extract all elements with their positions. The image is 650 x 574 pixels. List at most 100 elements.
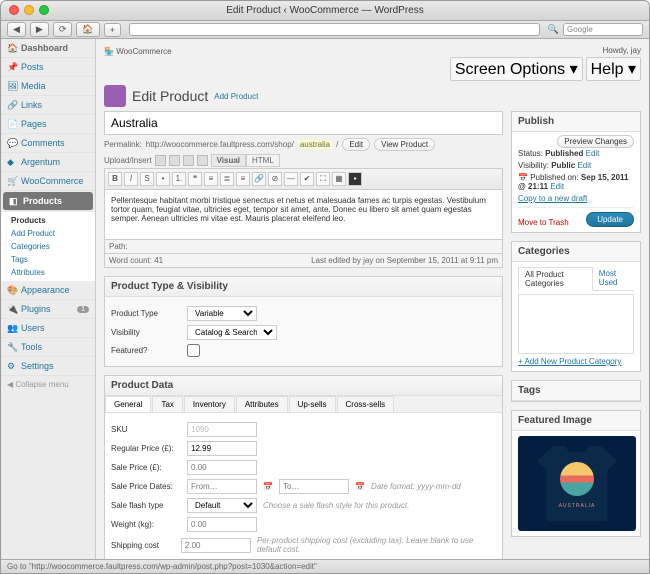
align-left-button[interactable]: ≡	[204, 172, 218, 186]
edit-date-link[interactable]: Edit	[550, 182, 564, 191]
menu-plugins[interactable]: 🔌Plugins1	[1, 300, 95, 319]
editor-toolbar: B I S • 1. ❝ ≡ ≣ ≡ 🔗 ⊘ ― ✔ ⛶ ▦	[104, 168, 503, 190]
add-image-icon[interactable]	[155, 155, 166, 166]
home-button[interactable]: 🏠	[76, 22, 99, 37]
update-button[interactable]: Update	[586, 212, 634, 227]
cat-tab-all[interactable]: All Product Categories	[518, 267, 593, 291]
unlink-button[interactable]: ⊘	[268, 172, 282, 186]
pd-tab-attributes[interactable]: Attributes	[236, 396, 288, 412]
featured-checkbox[interactable]	[187, 344, 200, 357]
permalink-edit-button[interactable]: Edit	[342, 138, 370, 151]
window-title: Edit Product ‹ WooCommerce — WordPress	[226, 5, 423, 16]
screen-options-toggle[interactable]: Screen Options ▾	[450, 57, 583, 81]
menu-comments[interactable]: 💬Comments	[1, 134, 95, 153]
regular-price-input[interactable]	[187, 441, 257, 456]
minimize-window-icon[interactable]	[24, 5, 34, 15]
product-data-heading: Product Data	[105, 376, 502, 396]
weight-input[interactable]	[187, 517, 257, 532]
submenu-add-product[interactable]: Add Product	[11, 227, 95, 240]
pd-tab-general[interactable]: General	[105, 396, 151, 412]
sale-price-input[interactable]	[187, 460, 257, 475]
adminbar-site[interactable]: 🏪 WooCommerce	[104, 47, 172, 56]
pd-tab-crosssells[interactable]: Cross-sells	[337, 396, 395, 412]
more-button[interactable]: ―	[284, 172, 298, 186]
add-media-icon[interactable]	[197, 155, 208, 166]
menu-links[interactable]: 🔗Links	[1, 96, 95, 115]
permalink-base: http://woocommerce.faultpress.com/shop/	[146, 140, 294, 149]
calendar-icon[interactable]: 📅	[263, 482, 273, 491]
bold-button[interactable]: B	[108, 172, 122, 186]
copy-draft-link[interactable]: Copy to a new draft	[518, 194, 587, 203]
sale-flash-select[interactable]: Default	[187, 498, 257, 513]
ul-button[interactable]: •	[156, 172, 170, 186]
add-audio-icon[interactable]	[183, 155, 194, 166]
menu-argentum[interactable]: ◆Argentum	[1, 153, 95, 172]
submenu-attributes[interactable]: Attributes	[11, 266, 95, 279]
link-button[interactable]: 🔗	[252, 172, 266, 186]
tshirt-graphic: AUSTRALIA	[537, 446, 617, 521]
menu-appearance[interactable]: 🎨Appearance	[1, 281, 95, 300]
submenu-products-all[interactable]: Products	[11, 214, 95, 227]
content-editor[interactable]: Pellentesque habitant morbi tristique se…	[104, 190, 503, 240]
featured-image-thumbnail[interactable]: AUSTRALIA	[518, 436, 636, 531]
add-new-category-link[interactable]: + Add New Product Category	[518, 357, 634, 366]
page-heading: Edit Product	[132, 88, 208, 104]
pd-tab-inventory[interactable]: Inventory	[184, 396, 235, 412]
view-product-button[interactable]: View Product	[374, 138, 435, 151]
product-title-input[interactable]	[104, 111, 503, 135]
forward-button[interactable]: ▶	[30, 22, 49, 37]
preview-changes-button[interactable]: Preview Changes	[557, 135, 634, 148]
pd-tab-upsells[interactable]: Up-sells	[289, 396, 336, 412]
menu-settings[interactable]: ⚙Settings	[1, 357, 95, 376]
reload-button[interactable]: ⟳	[53, 22, 73, 37]
browser-search[interactable]: Google	[563, 23, 643, 36]
menu-media[interactable]: 🖼Media	[1, 77, 95, 96]
add-video-icon[interactable]	[169, 155, 180, 166]
kitchensink-button[interactable]: ▦	[332, 172, 346, 186]
menu-tools[interactable]: 🔧Tools	[1, 338, 95, 357]
add-button[interactable]: +	[104, 23, 121, 37]
editor-tab-visual[interactable]: Visual	[211, 154, 246, 167]
spell-button[interactable]: ✔	[300, 172, 314, 186]
add-product-link[interactable]: Add Product	[214, 92, 258, 101]
product-type-select[interactable]: Variable	[187, 306, 257, 321]
move-to-trash-link[interactable]: Move to Trash	[518, 218, 569, 227]
submenu-tags[interactable]: Tags	[11, 253, 95, 266]
menu-products[interactable]: ◧Products	[3, 192, 93, 211]
sale-to-input[interactable]	[279, 479, 349, 494]
edit-status-link[interactable]: Edit	[586, 149, 600, 158]
align-center-button[interactable]: ≣	[220, 172, 234, 186]
shipping-cost-input[interactable]	[181, 538, 251, 553]
insert-image-button[interactable]: ▪	[348, 172, 362, 186]
quote-button[interactable]: ❝	[188, 172, 202, 186]
calendar-icon[interactable]: 📅	[355, 482, 365, 491]
window-titlebar: Edit Product ‹ WooCommerce — WordPress	[1, 1, 649, 21]
help-toggle[interactable]: Help ▾	[586, 57, 641, 81]
zoom-window-icon[interactable]	[39, 5, 49, 15]
close-window-icon[interactable]	[9, 5, 19, 15]
align-right-button[interactable]: ≡	[236, 172, 250, 186]
upload-insert-label: Upload/Insert	[104, 156, 152, 165]
back-button[interactable]: ◀	[7, 22, 26, 37]
collapse-menu[interactable]: ◀ Collapse menu	[1, 376, 95, 393]
menu-pages[interactable]: 📄Pages	[1, 115, 95, 134]
cat-tab-most-used[interactable]: Most Used	[593, 267, 634, 290]
howdy-text: Howdy, jay	[602, 46, 641, 55]
visibility-select[interactable]: Catalog & Search	[187, 325, 277, 340]
submenu-categories[interactable]: Categories	[11, 240, 95, 253]
ol-button[interactable]: 1.	[172, 172, 186, 186]
sale-from-input[interactable]	[187, 479, 257, 494]
strike-button[interactable]: S	[140, 172, 154, 186]
italic-button[interactable]: I	[124, 172, 138, 186]
edit-visibility-link[interactable]: Edit	[577, 161, 591, 170]
menu-woocommerce[interactable]: 🛒WooCommerce	[1, 172, 95, 191]
category-list[interactable]	[518, 294, 634, 354]
fullscreen-button[interactable]: ⛶	[316, 172, 330, 186]
editor-tab-html[interactable]: HTML	[246, 154, 280, 167]
menu-posts[interactable]: 📌Posts	[1, 58, 95, 77]
sku-input[interactable]	[187, 422, 257, 437]
pd-tab-tax[interactable]: Tax	[152, 396, 182, 412]
url-bar[interactable]	[129, 23, 540, 36]
menu-users[interactable]: 👥Users	[1, 319, 95, 338]
menu-dashboard[interactable]: 🏠Dashboard	[1, 39, 95, 58]
